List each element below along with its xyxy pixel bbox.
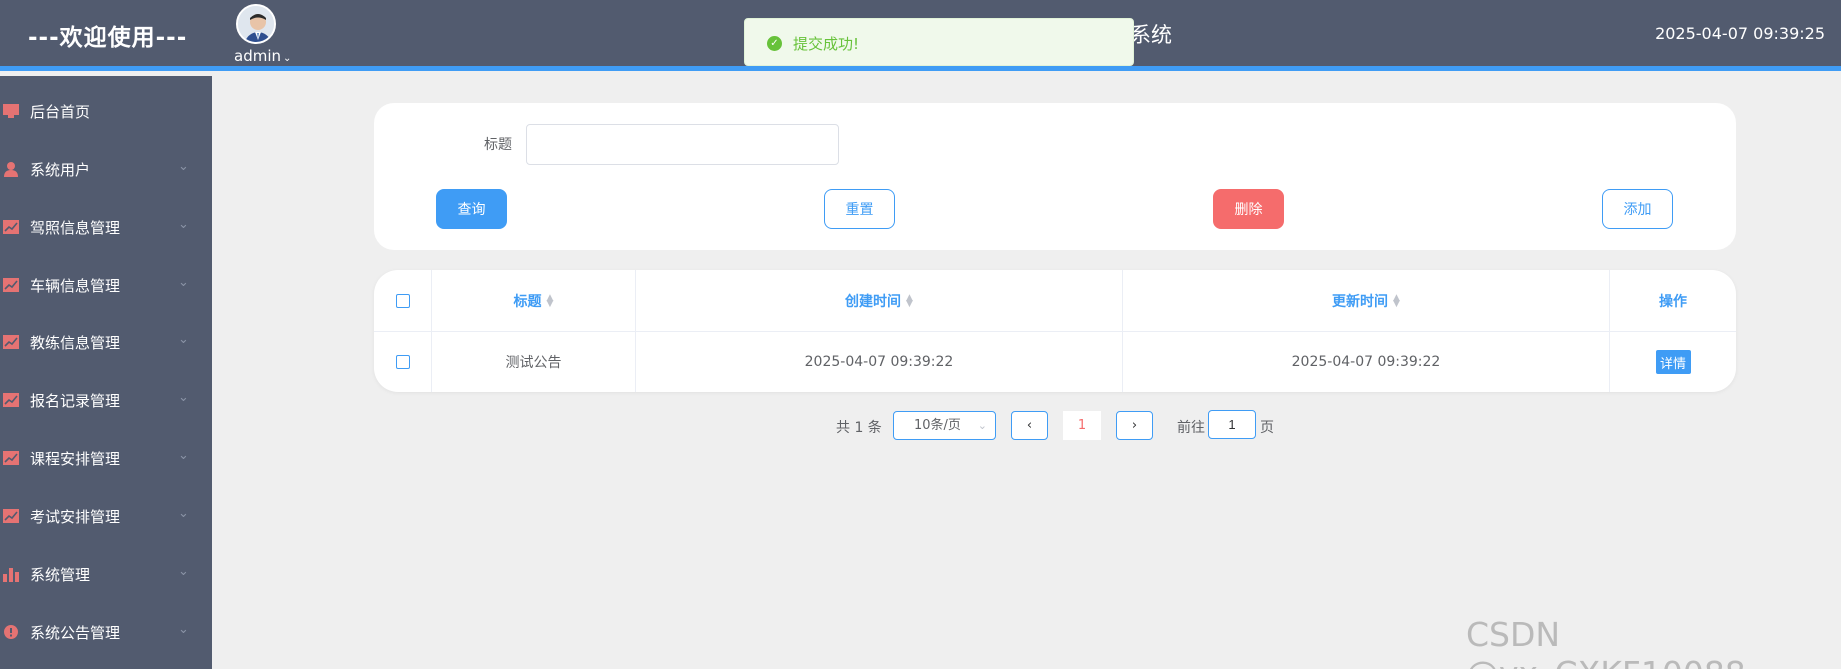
chevron-down-icon: ⌄ [283, 53, 292, 64]
chart-icon [3, 220, 19, 234]
column-header-label: 操作 [1659, 293, 1687, 310]
current-page[interactable]: 1 [1063, 411, 1101, 440]
chart-icon [3, 509, 19, 523]
sidebar-item-course[interactable]: 课程安排管理 ⌄ [0, 436, 212, 480]
sidebar-item-label: 系统管理 [30, 566, 91, 584]
next-page-button[interactable]: › [1116, 411, 1153, 440]
table-cell-title: 测试公告 [432, 332, 636, 392]
notice-table: 标题 ▲ ▼ 创建时间 ▲ ▼ 更新时间 ▲ ▼ 操作 测试公告 2025-04-07… [374, 270, 1736, 392]
success-toast: ✓ 提交成功! [744, 18, 1134, 66]
chart-icon [3, 393, 19, 407]
success-check-icon: ✓ [767, 36, 782, 51]
row-checkbox[interactable] [395, 355, 410, 369]
chart-icon [3, 278, 19, 292]
chart-icon [3, 335, 19, 349]
chevron-down-icon: ⌄ [178, 217, 189, 232]
chevron-left-icon: ‹ [1026, 418, 1033, 433]
monitor-icon [3, 104, 19, 118]
watermark: CSDN @vx_CXKF10088 [1466, 615, 1746, 669]
chevron-down-icon: ⌄ [178, 622, 189, 637]
user-icon [4, 162, 18, 177]
sidebar-item-registration[interactable]: 报名记录管理 ⌄ [0, 378, 212, 422]
select-all-checkbox[interactable] [395, 293, 410, 308]
sidebar-item-license[interactable]: 驾照信息管理 ⌄ [0, 205, 212, 249]
sidebar-item-vehicle[interactable]: 车辆信息管理 ⌄ [0, 263, 212, 307]
title-search-input[interactable] [526, 124, 839, 165]
username-label: admin [234, 47, 281, 65]
sidebar-item-notice[interactable]: 系统公告管理 ⌄ [0, 610, 212, 654]
table-row-checkbox-cell [374, 332, 432, 392]
sort-icon[interactable]: ▲ ▼ [1393, 293, 1400, 308]
sort-icon[interactable]: ▲ ▼ [547, 293, 554, 308]
toast-message: 提交成功! [793, 35, 860, 53]
table-cell-ops: 详情 [1610, 332, 1736, 392]
column-header-updated[interactable]: 更新时间 ▲ ▼ [1123, 270, 1610, 332]
info-icon [4, 625, 18, 639]
sidebar-item-label: 系统用户 [30, 161, 91, 179]
goto-label: 前往 [1177, 420, 1205, 436]
sort-icon[interactable]: ▲ ▼ [906, 293, 913, 308]
detail-button[interactable]: 详情 [1655, 350, 1691, 374]
prev-page-button[interactable]: ‹ [1011, 411, 1048, 440]
system-title: 系统 [1130, 23, 1172, 47]
table-cell-created: 2025-04-07 09:39:22 [636, 332, 1123, 392]
sidebar-item-label: 系统公告管理 [30, 624, 121, 642]
avatar-image-icon [238, 6, 274, 42]
table-header-checkbox-cell [374, 270, 432, 332]
cell-text: 测试公告 [505, 355, 562, 371]
cell-text: 2025-04-07 09:39:22 [804, 354, 954, 370]
chevron-down-icon: ⌄ [178, 159, 189, 174]
search-panel: 标题 查询 重置 删除 添加 [374, 103, 1736, 250]
chevron-right-icon: › [1131, 418, 1138, 433]
sidebar-item-label: 课程安排管理 [30, 450, 121, 468]
page-suffix: 页 [1260, 420, 1274, 436]
sidebar-item-label: 报名记录管理 [30, 392, 121, 410]
column-header-label: 标题 [513, 293, 542, 310]
sidebar-item-users[interactable]: 系统用户 ⌄ [0, 147, 212, 191]
chevron-down-icon: ⌄ [977, 419, 987, 432]
sidebar-item-label: 车辆信息管理 [30, 277, 121, 295]
sidebar-item-label: 后台首页 [30, 103, 91, 121]
chevron-down-icon: ⌄ [178, 448, 189, 463]
bar-chart-icon [3, 568, 19, 582]
chart-icon [3, 451, 19, 465]
username-dropdown[interactable]: admin ⌄ [234, 47, 291, 65]
goto-page-input[interactable] [1208, 410, 1256, 439]
page-size-value: 10条/页 [914, 418, 961, 433]
sidebar-item-coach[interactable]: 教练信息管理 ⌄ [0, 320, 212, 364]
avatar[interactable] [236, 4, 276, 44]
column-header-title[interactable]: 标题 ▲ ▼ [432, 270, 636, 332]
query-button[interactable]: 查询 [436, 189, 507, 229]
chevron-down-icon: ⌄ [178, 564, 189, 579]
chevron-down-icon: ⌄ [178, 275, 189, 290]
sidebar: 后台首页 系统用户 ⌄ 驾照信息管理 ⌄ 车辆信息管理 ⌄ 教练信息管理 ⌄ 报… [0, 76, 212, 669]
welcome-text: ---欢迎使用--- [28, 25, 188, 51]
column-header-label: 更新时间 [1332, 293, 1389, 310]
sidebar-item-label: 考试安排管理 [30, 508, 121, 526]
sidebar-item-exam[interactable]: 考试安排管理 ⌄ [0, 494, 212, 538]
delete-button[interactable]: 删除 [1213, 189, 1284, 229]
sidebar-item-home[interactable]: 后台首页 [0, 89, 212, 133]
pagination-total: 共 1 条 [836, 420, 882, 436]
sidebar-item-label: 教练信息管理 [30, 334, 121, 352]
sidebar-item-system[interactable]: 系统管理 ⌄ [0, 552, 212, 596]
chevron-down-icon: ⌄ [178, 390, 189, 405]
cell-text: 2025-04-07 09:39:22 [1291, 354, 1441, 370]
column-header-ops: 操作 [1610, 270, 1736, 332]
page-size-select[interactable]: 10条/页 ⌄ [893, 411, 996, 440]
table-cell-updated: 2025-04-07 09:39:22 [1123, 332, 1610, 392]
column-header-created[interactable]: 创建时间 ▲ ▼ [636, 270, 1123, 332]
reset-button[interactable]: 重置 [824, 189, 895, 229]
chevron-down-icon: ⌄ [178, 332, 189, 347]
current-datetime: 2025-04-07 09:39:25 [1655, 24, 1825, 43]
column-header-label: 创建时间 [845, 293, 902, 310]
title-search-label: 标题 [484, 137, 512, 153]
add-button[interactable]: 添加 [1602, 189, 1673, 229]
chevron-down-icon: ⌄ [178, 506, 189, 521]
sidebar-item-label: 驾照信息管理 [30, 219, 121, 237]
